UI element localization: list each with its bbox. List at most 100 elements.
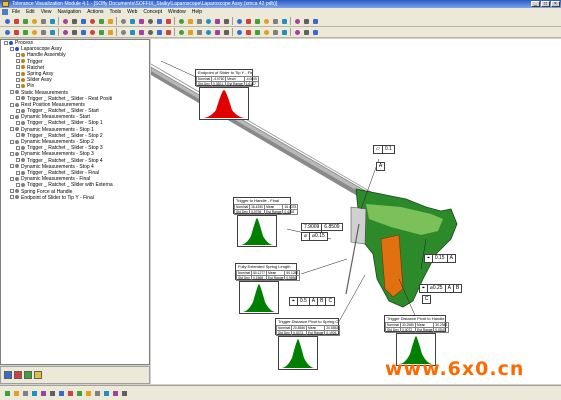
circle-icon[interactable] [48, 28, 56, 36]
tolerance-icon[interactable] [119, 28, 127, 36]
menu-file[interactable]: File [12, 9, 20, 15]
measure2-icon[interactable] [293, 28, 301, 36]
redo-icon[interactable] [70, 17, 78, 25]
move-icon[interactable] [244, 28, 252, 36]
expand-icon[interactable] [16, 170, 20, 175]
expand-icon[interactable] [10, 127, 14, 132]
menu-web[interactable]: Web [127, 9, 137, 15]
maximize-button[interactable]: □ [541, 1, 550, 7]
panel-endpoint-slider[interactable]: Endpoint of Slider to Tip Y - Final Nomi… [195, 69, 259, 87]
3d-viewport[interactable]: Endpoint of Slider to Tip Y - Final Nomi… [151, 39, 561, 384]
expand-icon[interactable] [10, 164, 14, 169]
pattern-icon[interactable] [106, 28, 114, 36]
datum-icon[interactable] [3, 28, 11, 36]
angular-icon[interactable] [177, 28, 185, 36]
undo-icon[interactable] [61, 17, 69, 25]
fcf-diameter[interactable]: ⌀ ⌀0.15 [301, 232, 328, 241]
expand-icon[interactable] [10, 139, 14, 144]
expand-icon[interactable] [4, 40, 8, 45]
fcf-position-abc[interactable]: ⌖ 0.5 A B C [289, 297, 336, 306]
snap-icon[interactable] [244, 17, 252, 25]
expand-icon[interactable] [16, 59, 20, 64]
panel-spring-length[interactable]: Fully Extended Spring Length Nominal 50.1… [235, 263, 301, 281]
feature-icon[interactable] [12, 28, 20, 36]
save-icon[interactable] [3, 17, 11, 25]
round-icon[interactable] [222, 28, 230, 36]
features-tab-icon[interactable] [24, 371, 32, 379]
panel-pivot-spring-clip[interactable]: Trigger Distance Pivot to Spring Clip No… [275, 318, 341, 336]
expand-icon[interactable] [10, 195, 14, 200]
results-tab-icon[interactable] [14, 371, 22, 379]
flag-icon[interactable] [111, 389, 119, 397]
point-icon[interactable] [21, 28, 29, 36]
light-icon[interactable] [84, 389, 92, 397]
measure-icon[interactable] [155, 17, 163, 25]
plus-icon[interactable] [93, 389, 101, 397]
expand-icon[interactable] [16, 133, 20, 138]
menu-view[interactable]: View [41, 9, 52, 15]
fcf-flatness[interactable]: ▱ 0.1 [373, 145, 395, 154]
expand-icon[interactable] [16, 182, 20, 187]
minimize-button[interactable]: _ [531, 1, 540, 7]
process-tab-icon[interactable] [4, 371, 12, 379]
print-icon[interactable] [48, 17, 56, 25]
symmetry-icon[interactable] [204, 28, 212, 36]
menu-edit[interactable]: Edit [26, 9, 35, 15]
report-icon[interactable] [280, 17, 288, 25]
rotate-icon[interactable] [21, 389, 29, 397]
mate-icon[interactable] [262, 28, 270, 36]
expand-icon[interactable] [16, 96, 20, 101]
view-iso-icon[interactable] [146, 17, 154, 25]
cut-icon[interactable] [21, 17, 29, 25]
expand-icon[interactable] [16, 108, 20, 113]
paste-icon[interactable] [39, 17, 47, 25]
plane-icon[interactable] [30, 28, 38, 36]
expand-icon[interactable] [10, 90, 14, 95]
axis-icon[interactable] [164, 17, 172, 25]
menu-navigation[interactable]: Navigation [57, 9, 81, 15]
runout-icon[interactable] [186, 28, 194, 36]
pan-icon[interactable] [12, 389, 20, 397]
panel-pivot-handle[interactable]: Trigger Distance Pivot to Handle Nominal… [384, 315, 450, 333]
expand-icon[interactable] [16, 158, 20, 163]
dimension-limits[interactable]: 7.9009 6.8509 [301, 222, 343, 232]
hidden-icon[interactable] [204, 17, 212, 25]
arrow-icon[interactable] [102, 389, 110, 397]
straight-icon[interactable] [213, 28, 221, 36]
panel-trigger-handle[interactable]: Trigger to Handle - Final Nominal 16.4250… [233, 197, 299, 215]
layer-icon[interactable] [253, 17, 261, 25]
expand-icon[interactable] [10, 102, 14, 107]
profile-icon[interactable] [137, 28, 145, 36]
model-tree[interactable]: Process Laparoscope Assy Handle Assembly Tr… [0, 39, 150, 365]
expand-icon[interactable] [10, 152, 14, 157]
align-icon[interactable] [280, 28, 288, 36]
analyze-icon[interactable] [302, 28, 310, 36]
table-icon[interactable] [302, 17, 310, 25]
snap-icon[interactable] [66, 389, 74, 397]
expand-icon[interactable] [10, 176, 14, 181]
slot-icon[interactable] [88, 28, 96, 36]
insert-icon[interactable] [271, 28, 279, 36]
assembly-icon[interactable] [235, 28, 243, 36]
concentric-icon[interactable] [195, 28, 203, 36]
expand-icon[interactable] [16, 145, 20, 150]
stat-icon[interactable] [271, 17, 279, 25]
measure-icon[interactable] [48, 389, 56, 397]
rotate-icon[interactable] [106, 17, 114, 25]
expand-icon[interactable] [16, 83, 20, 88]
tab-icon[interactable] [97, 28, 105, 36]
menu-tools[interactable]: Tools [109, 9, 121, 15]
line-icon[interactable] [39, 28, 47, 36]
color-icon[interactable] [75, 389, 83, 397]
expand-icon[interactable] [10, 46, 14, 51]
expand-icon[interactable] [16, 65, 20, 70]
simulate-icon[interactable] [311, 28, 319, 36]
fcf-position-ab[interactable]: ⌖ ⌀0.25 A B [419, 284, 463, 293]
select-icon[interactable] [79, 17, 87, 25]
zoom-icon[interactable] [3, 389, 11, 397]
info-icon[interactable] [120, 389, 128, 397]
light-icon[interactable] [222, 17, 230, 25]
menu-help[interactable]: Help [192, 9, 202, 15]
filter-icon[interactable] [262, 17, 270, 25]
sphere-icon[interactable] [79, 28, 87, 36]
